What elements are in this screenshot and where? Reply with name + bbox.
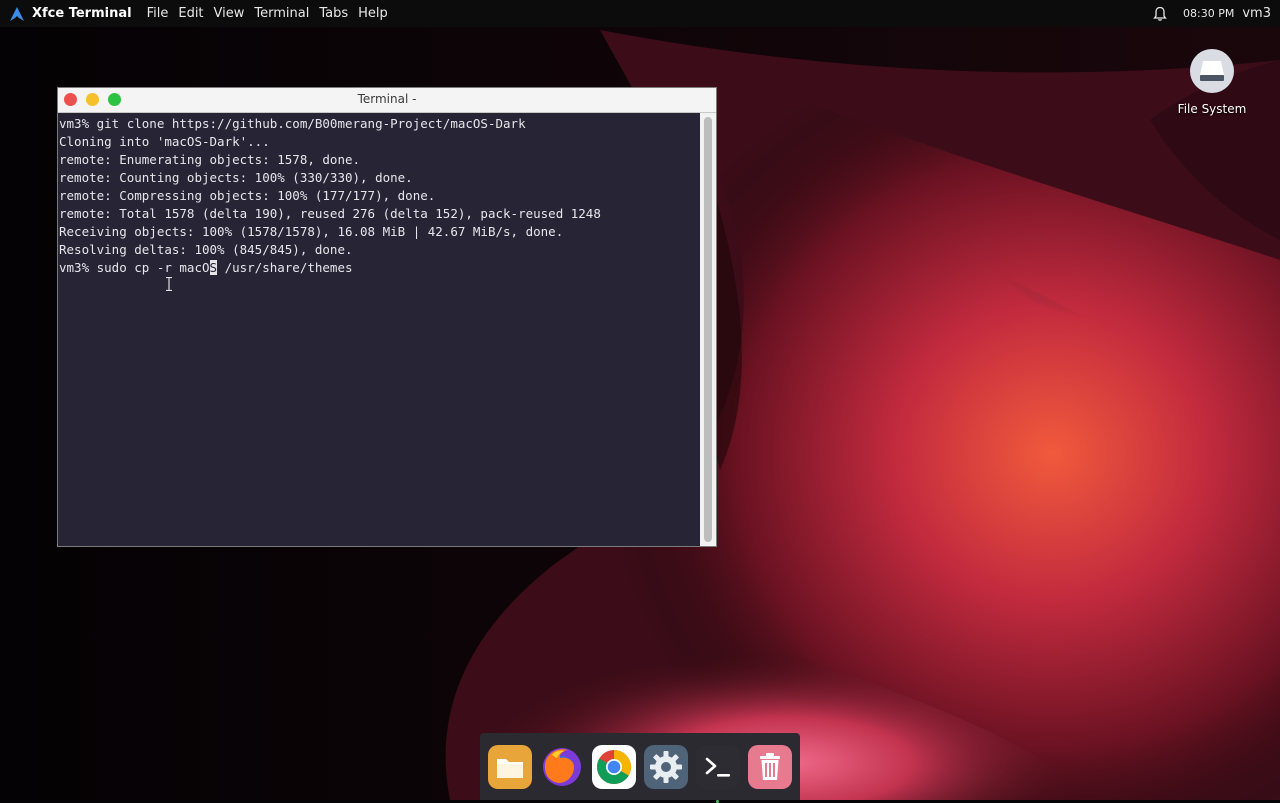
firefox-icon: [543, 747, 581, 786]
terminal-scrollbar[interactable]: [700, 113, 716, 546]
command-line-after-cursor: /usr/share/themes: [217, 260, 353, 275]
settings-gear-icon: [644, 744, 688, 789]
menu-edit[interactable]: Edit: [173, 6, 208, 21]
dock-item-chrome[interactable]: [592, 744, 636, 789]
user-menu[interactable]: vm3: [1242, 6, 1271, 21]
window-title: Terminal -: [357, 92, 417, 106]
dock-item-trash[interactable]: [748, 744, 792, 789]
dock-item-files[interactable]: [488, 744, 532, 789]
terminal-titlebar[interactable]: Terminal -: [58, 88, 716, 113]
desktop-icon-file-system[interactable]: File System: [1170, 48, 1254, 116]
clock[interactable]: 08:30 PM: [1183, 7, 1234, 20]
terminal-line: vm3% git clone https://github.com/B00mer…: [59, 116, 526, 131]
dock-item-firefox[interactable]: [540, 745, 584, 789]
menu-help[interactable]: Help: [353, 6, 393, 21]
menu-view[interactable]: View: [209, 6, 250, 21]
trash-icon: [748, 744, 792, 789]
text-cursor: S: [209, 260, 218, 275]
dock: [480, 733, 800, 803]
command-line-before-cursor: vm3% sudo cp -r macO: [59, 260, 210, 275]
terminal-line: remote: Enumerating objects: 1578, done.: [59, 152, 361, 167]
terminal-line: remote: Compressing objects: 100% (177/1…: [59, 188, 436, 203]
scrollbar-thumb[interactable]: [704, 117, 712, 542]
desktop-icon-label: File System: [1177, 102, 1247, 116]
menu-tabs[interactable]: Tabs: [314, 6, 353, 21]
terminal-icon: [696, 744, 740, 789]
menu-terminal[interactable]: Terminal: [249, 6, 314, 21]
terminal-output[interactable]: vm3% git clone https://github.com/B00mer…: [58, 113, 700, 546]
folder-icon: [488, 744, 532, 789]
dock-item-settings[interactable]: [644, 744, 688, 789]
top-panel: Xfce Terminal File Edit View Terminal Ta…: [0, 0, 1280, 27]
ibeam-mouse-pointer-icon: [166, 277, 172, 291]
chrome-icon: [592, 744, 636, 789]
dock-item-terminal[interactable]: [696, 744, 740, 803]
terminal-line: remote: Counting objects: 100% (330/330)…: [59, 170, 413, 185]
bell-icon[interactable]: [1152, 5, 1170, 23]
terminal-line: Receiving objects: 100% (1578/1578), 16.…: [59, 224, 564, 239]
menu-file[interactable]: File: [142, 6, 174, 21]
terminal-line: Cloning into 'macOS-Dark'...: [59, 134, 270, 149]
arch-logo-icon[interactable]: [10, 6, 26, 22]
system-tray: 08:30 PM vm3: [1152, 0, 1280, 27]
drive-icon: [1189, 48, 1235, 94]
terminal-line: remote: Total 1578 (delta 190), reused 2…: [59, 206, 601, 221]
terminal-line: Resolving deltas: 100% (845/845), done.: [59, 242, 353, 257]
terminal-window[interactable]: Terminal - vm3% git clone https://github…: [57, 87, 717, 547]
active-app-name[interactable]: Xfce Terminal: [32, 6, 132, 21]
